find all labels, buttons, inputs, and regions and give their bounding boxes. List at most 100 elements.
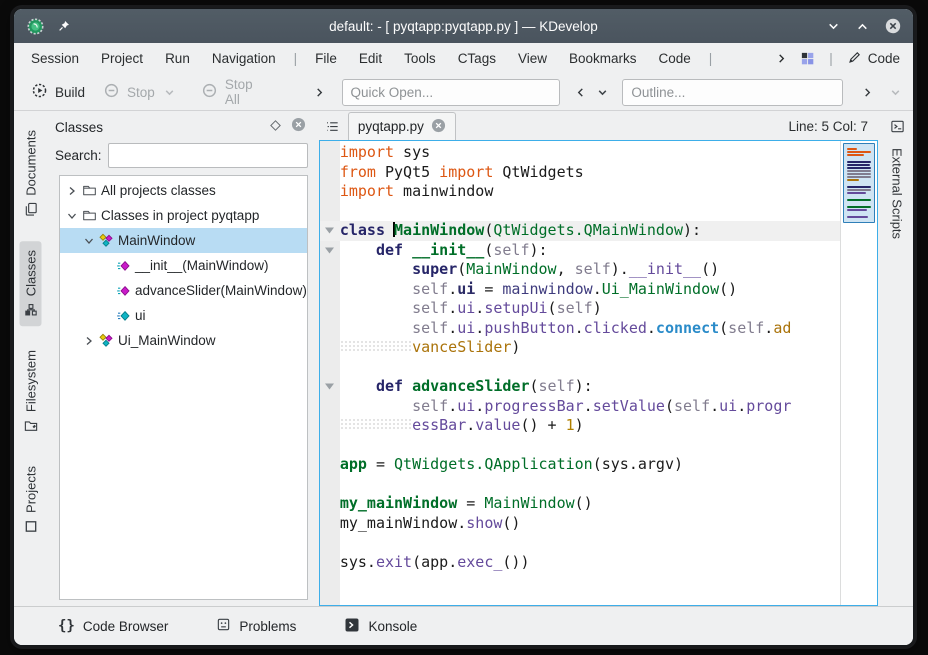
gutter-cell [320, 553, 340, 573]
code-line-text: vanceSlider) [340, 338, 521, 358]
quick-open-input[interactable] [342, 79, 561, 106]
sidebar-tab-classes[interactable]: Classes [20, 241, 42, 326]
expander-collapsed-icon[interactable] [64, 186, 80, 196]
statusbar-button-label: Code Browser [83, 619, 169, 634]
code-line-6[interactable]: def __init__(self): [320, 241, 840, 261]
build-button[interactable]: Build [24, 77, 92, 107]
toolbar-overflow-chevron-icon[interactable] [309, 86, 330, 99]
code-line-2[interactable]: from PyQt5 import QtWidgets [320, 163, 840, 183]
code-mode-button[interactable]: Code [840, 47, 907, 71]
tree-item-mainwindow[interactable]: MainWindow [60, 228, 307, 253]
code-line-13[interactable]: def advanceSlider(self): [320, 377, 840, 397]
menu-file[interactable]: File [304, 47, 348, 70]
code-line-1[interactable]: import sys [320, 143, 840, 163]
statusbar-button-problems[interactable]: Problems [216, 617, 296, 635]
stop-label: Stop [127, 85, 155, 100]
maximize-button[interactable] [856, 20, 869, 33]
menu-session[interactable]: Session [20, 47, 90, 70]
code-line-22[interactable]: sys.exit(app.exec_()) [320, 553, 840, 573]
fold-marker-icon[interactable] [320, 241, 340, 261]
fold-marker-icon[interactable] [320, 377, 340, 397]
code-line-8[interactable]: self.ui = mainwindow.Ui_MainWindow() [320, 280, 840, 300]
gutter-cell [320, 319, 340, 339]
outline-input[interactable] [622, 79, 843, 106]
code-line-18[interactable] [320, 475, 840, 495]
classes-search-input[interactable] [108, 143, 308, 168]
fold-marker-icon[interactable] [320, 221, 340, 241]
statusbar-button-code-browser[interactable]: {} Code Browser [58, 618, 168, 634]
sidebar-tab-documents[interactable]: Documents [20, 121, 42, 226]
minimize-button[interactable] [827, 20, 840, 33]
code-line-9[interactable]: self.ui.setupUi(self) [320, 299, 840, 319]
tab-pyqtapp[interactable]: pyqtapp.py [348, 112, 456, 140]
close-toolview-icon[interactable] [291, 117, 306, 137]
tab-close-icon[interactable] [431, 118, 446, 136]
braces-icon: {} [58, 618, 75, 634]
code-line-19[interactable]: my_mainWindow = MainWindow() [320, 494, 840, 514]
folder-icon [80, 208, 98, 223]
detach-toolview-icon[interactable] [270, 118, 281, 136]
expander-expanded-icon[interactable] [81, 236, 97, 246]
documents-list-icon[interactable] [319, 119, 348, 140]
code-line-15[interactable]: essBar.value() + 1) [320, 416, 840, 436]
code-editor[interactable]: import sysfrom PyQt5 import QtWidgetsimp… [320, 141, 840, 605]
menu-code[interactable]: Code [648, 47, 702, 70]
close-button[interactable] [885, 18, 901, 34]
sidebar-tab-external-scripts[interactable]: External Scripts [888, 146, 907, 241]
perspective-grid-icon[interactable] [793, 48, 822, 69]
code-line-3[interactable]: import mainwindow [320, 182, 840, 202]
menu-edit[interactable]: Edit [348, 47, 393, 70]
toolbar: Build Stop Stop All [14, 74, 913, 111]
menu-bookmarks[interactable]: Bookmarks [558, 47, 648, 70]
minimap[interactable] [840, 141, 877, 605]
stop-button: Stop [96, 77, 184, 107]
sidebar-tab-label: External Scripts [890, 148, 905, 239]
next-chevron-icon[interactable] [857, 86, 878, 99]
code-line-7[interactable]: super(MainWindow, self).__init__() [320, 260, 840, 280]
menu-navigation[interactable]: Navigation [201, 47, 287, 70]
expander-expanded-icon[interactable] [64, 211, 80, 221]
menu-project[interactable]: Project [90, 47, 154, 70]
problems-icon [216, 617, 231, 635]
menu-tools[interactable]: Tools [393, 47, 447, 70]
tree-item-advanceslider-mainwindow-[interactable]: advanceSlider(MainWindow) [60, 278, 307, 303]
menu-ctags[interactable]: CTags [447, 47, 507, 70]
prev-chevron-icon[interactable] [570, 86, 591, 99]
tree-item-ui[interactable]: ui [60, 303, 307, 328]
tab-label: pyqtapp.py [358, 119, 424, 134]
code-line-5[interactable]: class MainWindow(QtWidgets.QMainWindow): [320, 221, 840, 241]
code-line-12[interactable] [320, 358, 840, 378]
code-line-4[interactable] [320, 202, 840, 222]
code-line-14[interactable]: self.ui.progressBar.setValue(self.ui.pro… [320, 397, 840, 417]
tree-item--init-mainwindow-[interactable]: __init__(MainWindow) [60, 253, 307, 278]
menu-run[interactable]: Run [154, 47, 201, 70]
menu-overflow-chevron-icon[interactable] [770, 49, 793, 68]
code-line-16[interactable] [320, 436, 840, 456]
pin-icon[interactable] [57, 19, 71, 33]
code-line-text: my_mainWindow = MainWindow() [340, 494, 593, 514]
minimap-viewport[interactable] [843, 143, 875, 223]
sidebar-tab-projects[interactable]: Projects [20, 457, 42, 543]
stop-all-label: Stop All [225, 77, 268, 107]
code-line-11[interactable]: vanceSlider) [320, 338, 840, 358]
tree-item-classes-in-project-pyqtapp[interactable]: Classes in project pyqtapp [60, 203, 307, 228]
sidebar-tab-label: Projects [23, 466, 38, 513]
code-line-21[interactable] [320, 533, 840, 553]
tree-item-all-projects-classes[interactable]: All projects classes [60, 178, 307, 203]
code-line-17[interactable]: app = QtWidgets.QApplication(sys.argv) [320, 455, 840, 475]
code-line-20[interactable]: my_mainWindow.show() [320, 514, 840, 534]
terminal-icon[interactable] [890, 119, 905, 139]
expander-collapsed-icon[interactable] [81, 336, 97, 346]
gutter-cell [320, 494, 340, 514]
sidebar-tab-label: Filesystem [23, 350, 38, 412]
classes-search-row: Search: [55, 139, 312, 171]
tree-item-ui-mainwindow[interactable]: Ui_MainWindow [60, 328, 307, 353]
menu-view[interactable]: View [507, 47, 558, 70]
statusbar-button-konsole[interactable]: Konsole [344, 617, 417, 636]
class-icon [97, 333, 115, 349]
outline-history-caret-icon[interactable] [595, 85, 610, 100]
sidebar-tab-filesystem[interactable]: Filesystem [20, 341, 42, 442]
method-icon [114, 283, 132, 299]
code-line-10[interactable]: self.ui.pushButton.clicked.connect(self.… [320, 319, 840, 339]
filesystem-icon [23, 418, 39, 433]
